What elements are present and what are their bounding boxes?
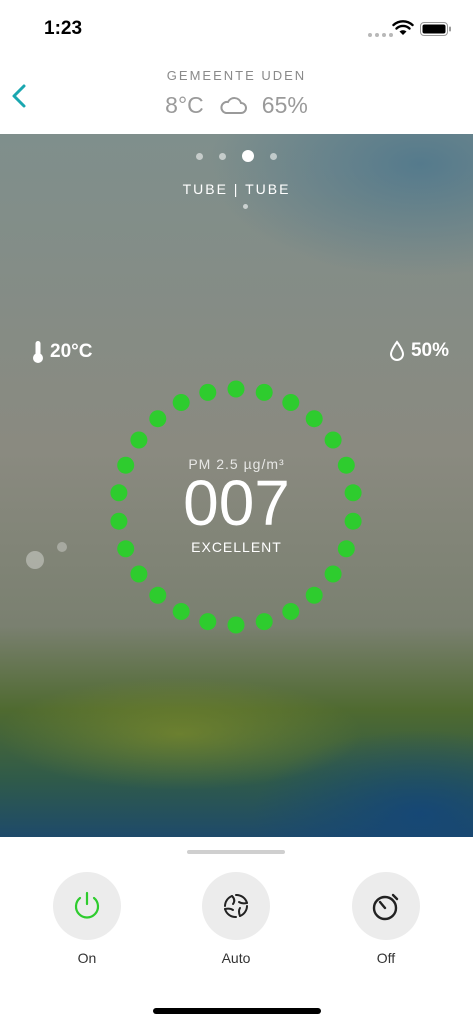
outdoor-weather: 8°C 65% <box>0 92 473 119</box>
auto-mode-button[interactable]: Auto <box>196 872 276 966</box>
power-on-button[interactable]: On <box>47 872 127 966</box>
ring-dot <box>172 394 190 411</box>
ring-dot <box>149 586 167 604</box>
ring-dot <box>130 431 148 449</box>
wifi-icon <box>392 20 414 35</box>
ring-dot <box>305 586 323 604</box>
timer-off-label: Off <box>376 950 396 966</box>
ring-dot <box>255 613 273 631</box>
ring-dot <box>282 394 300 411</box>
ring-dot <box>305 410 323 428</box>
quality-status: EXCELLENT <box>191 539 282 555</box>
auto-mode-circle[interactable] <box>202 872 270 940</box>
header: GEMEENTE UDEN 8°C 65% <box>0 56 473 134</box>
outdoor-temperature: 8°C <box>165 92 204 118</box>
timer-icon <box>372 893 399 921</box>
location-title: GEMEENTE UDEN <box>166 68 307 83</box>
ring-dot <box>255 383 273 401</box>
ring-dot <box>199 613 217 631</box>
home-indicator[interactable] <box>153 1008 321 1014</box>
ring-dot <box>282 603 300 620</box>
cellular-signal-icon <box>368 33 393 37</box>
decorative-bubble <box>57 542 67 552</box>
ring-dot <box>324 565 342 583</box>
ring-dot <box>227 380 245 398</box>
power-on-label: On <box>77 950 97 966</box>
ring-dot <box>130 565 148 583</box>
timer-off-circle[interactable] <box>352 872 420 940</box>
power-on-circle[interactable] <box>53 872 121 940</box>
air-quality-panel[interactable]: TUBE | TUBE 20°C 50% PM 2.5 µg/m³ 007 EX… <box>0 134 473 837</box>
decorative-bubble <box>26 551 44 569</box>
pm-value: 007 <box>183 467 290 539</box>
outdoor-humidity: 65% <box>261 92 308 118</box>
ring-dot <box>172 603 190 620</box>
fan-icon <box>224 894 248 918</box>
auto-mode-label: Auto <box>221 950 251 966</box>
status-time: 1:23 <box>44 18 83 39</box>
ring-dot <box>199 383 217 401</box>
ring-dot <box>227 616 245 634</box>
power-icon <box>74 891 100 919</box>
controls-sheet: On Auto Off <box>0 837 473 1024</box>
timer-off-button[interactable]: Off <box>346 872 426 966</box>
battery-icon <box>420 22 451 36</box>
cloud-icon <box>220 96 247 114</box>
ring-dot <box>324 431 342 449</box>
sheet-handle[interactable] <box>187 850 285 854</box>
status-bar: 1:23 <box>0 0 473 56</box>
ring-dot <box>149 410 167 428</box>
